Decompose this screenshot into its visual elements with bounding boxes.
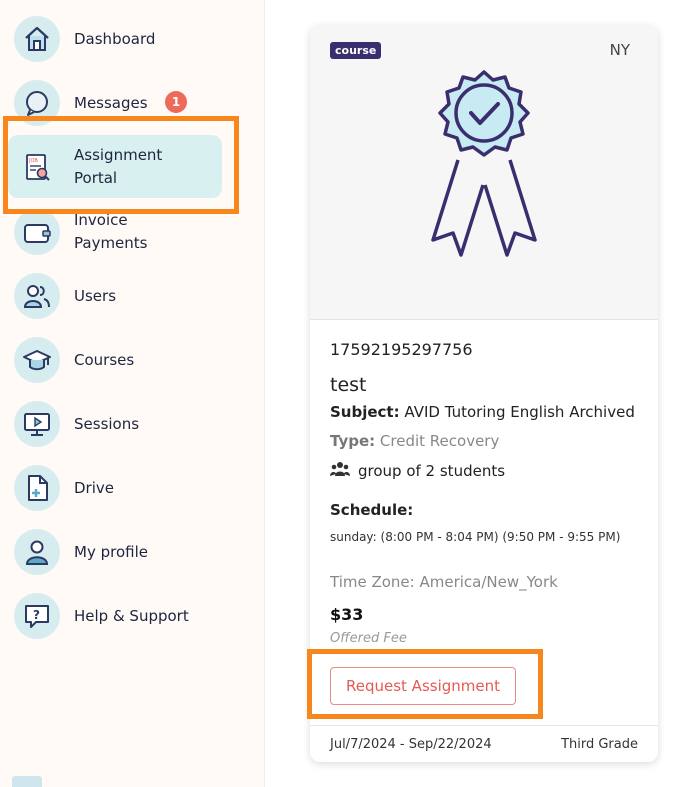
home-icon xyxy=(14,16,60,62)
price: $33 xyxy=(330,605,364,624)
sidebar-item-my-profile[interactable]: My profile xyxy=(14,528,244,576)
sidebar-item-label: Help & Support xyxy=(74,606,189,625)
fee-label: Offered Fee xyxy=(330,631,407,646)
sidebar-item-label: Dashboard xyxy=(74,29,156,48)
subject-label: Subject: xyxy=(330,403,400,421)
graduation-cap-icon xyxy=(14,337,60,383)
sidebar-item-label: Messages xyxy=(74,93,148,112)
sidebar-item-label: Invoice Payments xyxy=(74,209,147,255)
sidebar-item-assignment-portal[interactable]: JOB Assignment Portal xyxy=(14,143,244,191)
sidebar-item-invoice-payments[interactable]: Invoice Payments xyxy=(14,208,244,256)
request-assignment-button[interactable]: Request Assignment xyxy=(330,667,516,705)
assignment-id: 17592195297756 xyxy=(330,340,473,359)
sidebar-item-label: Drive xyxy=(74,478,114,497)
state-label: NY xyxy=(609,41,630,59)
label-line-2: Payments xyxy=(74,234,148,252)
schedule-label: Schedule: xyxy=(330,501,414,519)
course-tag: course xyxy=(330,42,382,59)
sidebar-item-label: Users xyxy=(74,286,117,305)
date-range: Jul/7/2024 - Sep/22/2024 xyxy=(330,736,492,752)
certificate-badge-icon xyxy=(423,65,545,265)
help-question-icon: ? xyxy=(14,593,60,639)
sidebar-item-courses[interactable]: Courses xyxy=(14,336,244,384)
svg-text:?: ? xyxy=(33,608,40,622)
subject-row: Subject: AVID Tutoring English Archived xyxy=(330,403,635,421)
label-line-2: Portal xyxy=(74,169,118,187)
label-line-1: Assignment xyxy=(74,146,163,164)
sidebar-item-label: My profile xyxy=(74,542,148,561)
course-card: course NY 17592195297756 test Subject: A… xyxy=(310,25,658,762)
timezone-text: Time Zone: America/New_York xyxy=(330,573,558,591)
subject-value: AVID Tutoring English Archived xyxy=(404,403,635,421)
sidebar: Dashboard Messages 1 JOB Assignment Port… xyxy=(0,0,265,787)
assignment-title: test xyxy=(330,374,367,396)
svg-text:JOB: JOB xyxy=(28,158,38,164)
sidebar-item-label: Courses xyxy=(74,350,135,369)
type-value: Credit Recovery xyxy=(379,432,500,450)
sidebar-item-users[interactable]: Users xyxy=(14,272,244,320)
chat-icon xyxy=(14,80,60,126)
type-label: Type: xyxy=(330,432,376,450)
sidebar-item-label: Sessions xyxy=(74,414,140,433)
group-text: group of 2 students xyxy=(358,462,506,480)
sidebar-item-label: Assignment Portal xyxy=(74,144,162,190)
sidebar-item-help-support[interactable]: ? Help & Support xyxy=(14,592,244,640)
monitor-play-icon xyxy=(14,401,60,447)
sidebar-collapse-toggle[interactable] xyxy=(12,776,42,787)
schedule-text: sunday: (8:00 PM - 8:04 PM) (9:50 PM - 9… xyxy=(330,530,621,544)
unread-badge: 1 xyxy=(165,91,187,113)
card-media: course NY xyxy=(310,25,658,320)
card-footer: Jul/7/2024 - Sep/22/2024 Third Grade xyxy=(310,725,658,762)
users-icon xyxy=(14,273,60,319)
grade-label: Third Grade xyxy=(561,736,638,752)
sidebar-item-dashboard[interactable]: Dashboard xyxy=(14,15,244,63)
users-group-icon xyxy=(330,461,358,481)
file-add-icon xyxy=(14,465,60,511)
wallet-icon xyxy=(14,209,60,255)
sidebar-item-drive[interactable]: Drive xyxy=(14,464,244,512)
person-icon xyxy=(14,529,60,575)
group-row: group of 2 students xyxy=(330,461,505,481)
label-line-1: Invoice xyxy=(74,211,128,229)
sidebar-item-messages[interactable]: Messages xyxy=(14,79,244,127)
assignment-document-icon: JOB xyxy=(14,144,60,190)
type-row: Type: Credit Recovery xyxy=(330,432,499,450)
sidebar-item-sessions[interactable]: Sessions xyxy=(14,400,244,448)
